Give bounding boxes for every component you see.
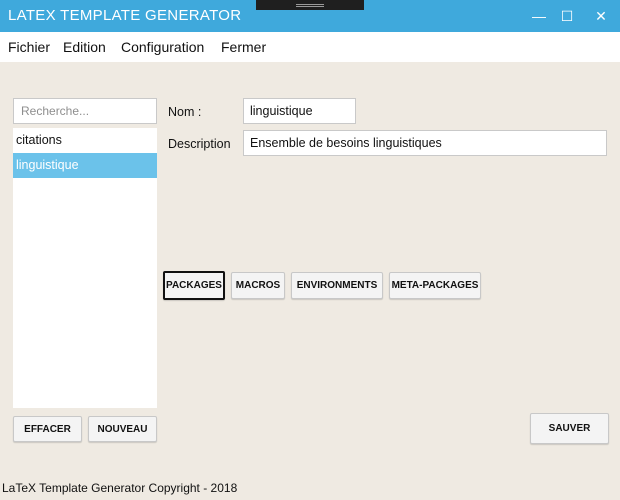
- maximize-icon[interactable]: ☐: [557, 6, 577, 26]
- description-label: Description: [168, 137, 231, 151]
- menu-fermer[interactable]: Fermer: [221, 39, 266, 55]
- window-title: LATEX TEMPLATE GENERATOR: [8, 7, 242, 24]
- footer-copyright: LaTeX Template Generator Copyright - 201…: [2, 481, 238, 495]
- drag-grip-icon[interactable]: [256, 0, 364, 10]
- tab-packages[interactable]: PACKAGES: [163, 271, 225, 300]
- minimize-icon[interactable]: —: [529, 6, 549, 26]
- description-field[interactable]: [243, 130, 607, 156]
- tab-environments[interactable]: ENVIRONMENTS: [291, 272, 383, 299]
- menu-edition[interactable]: Edition: [63, 39, 106, 55]
- title-bar[interactable]: LATEX TEMPLATE GENERATOR — ☐ ✕: [0, 0, 620, 32]
- list-item-citations[interactable]: citations: [13, 128, 157, 153]
- list-item-linguistique[interactable]: linguistique: [13, 153, 157, 178]
- name-label: Nom :: [168, 105, 202, 119]
- save-button[interactable]: SAUVER: [530, 413, 609, 444]
- name-field[interactable]: [243, 98, 356, 124]
- close-icon[interactable]: ✕: [591, 6, 611, 26]
- search-input[interactable]: [13, 98, 157, 124]
- clear-button[interactable]: EFFACER: [13, 416, 82, 442]
- menu-configuration[interactable]: Configuration: [121, 39, 204, 55]
- new-button[interactable]: NOUVEAU: [88, 416, 157, 442]
- menu-bar: Fichier Edition Configuration Fermer: [0, 32, 620, 62]
- tab-meta-packages[interactable]: META-PACKAGES: [389, 272, 481, 299]
- template-list: citations linguistique: [13, 128, 157, 408]
- menu-fichier[interactable]: Fichier: [8, 39, 50, 55]
- tab-macros[interactable]: MACROS: [231, 272, 285, 299]
